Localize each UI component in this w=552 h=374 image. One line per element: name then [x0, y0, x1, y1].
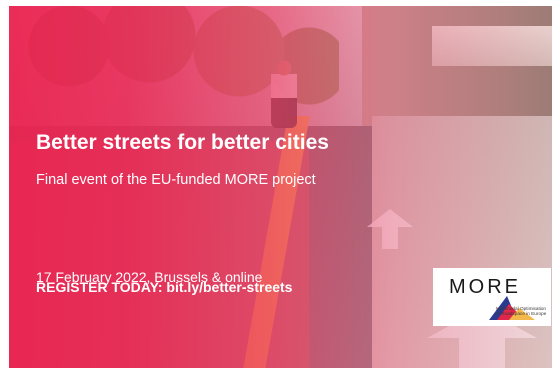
event-title: Better streets for better cities — [36, 131, 329, 154]
more-logo: MORE Multimodal Optimisation of Roadspac… — [433, 268, 551, 326]
event-banner: Better streets for better cities Final e… — [9, 6, 552, 368]
logo-tagline: Multimodal Optimisation of Roadspace in … — [496, 306, 547, 316]
register-link[interactable]: REGISTER TODAY: bit.ly/better-streets — [36, 278, 396, 296]
event-subtitle: Final event of the EU-funded MORE projec… — [36, 172, 316, 188]
